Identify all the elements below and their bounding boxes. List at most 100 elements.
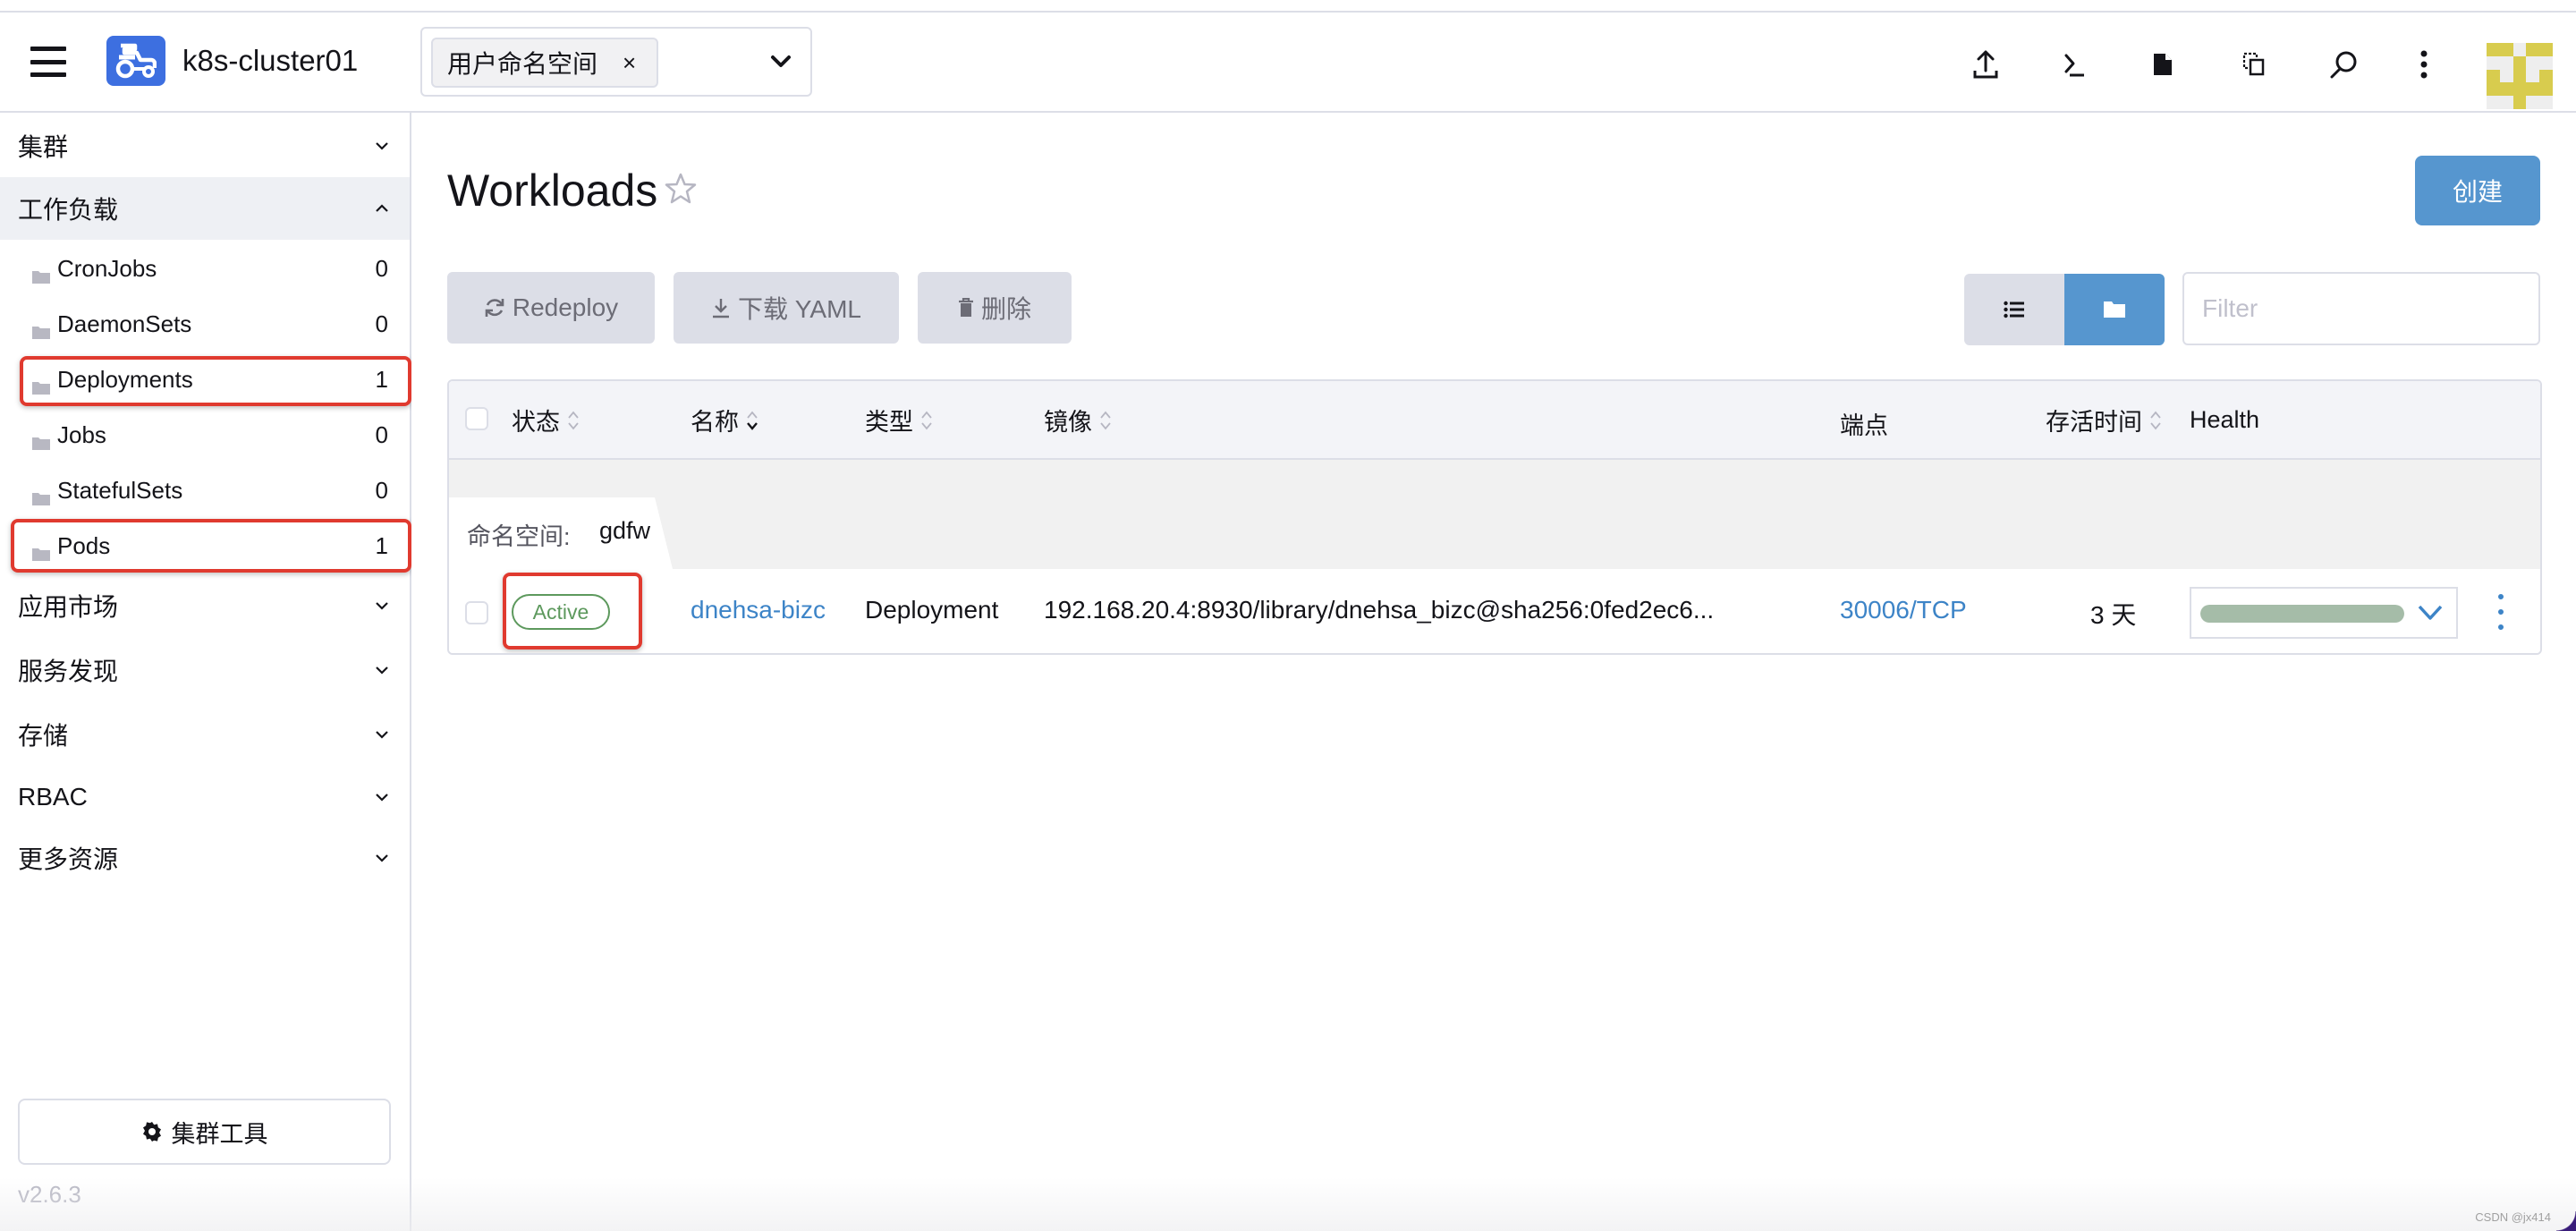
avatar-cell [2487,43,2500,56]
chevron-down-icon [376,794,388,802]
sidebar-item-daemonsets[interactable]: DaemonSets 0 [0,298,410,350]
hamburger-line [30,47,66,51]
sidebar-group-workloads[interactable]: 工作负载 [0,177,410,240]
gear-icon [142,1122,161,1142]
row-actions-menu-button[interactable] [2490,594,2512,630]
namespace-chip-label: 用户命名空间 [447,50,598,78]
avatar-cell [2526,55,2540,70]
sidebar-item-count: 0 [375,254,388,282]
sidebar-group-more-resources[interactable]: 更多资源 [0,827,410,889]
cluster-tools-button[interactable]: 集群工具 [18,1099,391,1165]
menu-toggle-button[interactable] [30,47,66,77]
sidebar-item-statefulsets[interactable]: StatefulSets 0 [0,464,410,516]
sidebar-item-label: CronJobs [57,254,157,282]
expand-health-chevron-icon[interactable] [2417,601,2444,624]
sort-icon [2150,411,2161,429]
chevron-down-icon [376,854,388,862]
avatar-cell [2539,69,2553,83]
workload-type: Deployment [865,596,999,624]
sidebar-group-service-discovery[interactable]: 服务发现 [0,639,410,701]
chevron-down-icon[interactable] [767,48,794,75]
workload-name-link[interactable]: dnehsa-bizc [691,596,826,624]
health-bar-fill [2200,605,2404,623]
sidebar-item-count: 0 [375,310,388,337]
page-title: Workloads [447,166,658,216]
avatar-cell [2512,55,2527,70]
import-yaml-button[interactable] [1968,47,2004,82]
hamburger-line [30,72,66,77]
folder-icon [32,484,50,505]
sort-icon [921,411,932,429]
avatar-cell [2526,82,2540,97]
avatar-cell [2499,69,2513,83]
sidebar-item-cronjobs[interactable]: CronJobs 0 [0,242,410,294]
namespace-selector[interactable]: 用户命名空间 × [420,27,812,97]
chevron-down-icon [376,666,388,675]
sidebar: 集群 工作负载 CronJobs 0 DaemonSets 0 Deployme… [0,113,411,1231]
folder-icon [2104,301,2125,318]
cluster-name: k8s-cluster01 [182,44,359,77]
column-header-age[interactable]: 存活时间 [2046,403,2162,437]
avatar-cell [2539,82,2553,97]
group-by-namespace-button[interactable] [2064,274,2165,345]
sidebar-group-rbac[interactable]: RBAC [0,766,410,828]
column-label: 状态 [512,409,560,436]
sidebar-item-count: 0 [375,476,388,504]
download-yaml-button[interactable]: 下载 YAML [674,272,899,344]
column-header-type[interactable]: 类型 [865,403,933,437]
column-label: 存活时间 [2046,409,2142,436]
cluster-tools-label: 集群工具 [171,1120,268,1148]
select-all-checkbox[interactable] [465,407,488,430]
sort-down-active-icon [747,411,758,430]
sidebar-item-label: Deployments [57,365,193,393]
endpoint-link[interactable]: 30006/TCP [1840,596,1967,624]
dot [2498,594,2504,599]
file-icon [2154,54,2172,75]
column-header-state[interactable]: 状态 [512,403,580,437]
sidebar-group-apps[interactable]: 应用市场 [0,574,410,637]
sidebar-item-label: Jobs [57,420,106,448]
upload-icon [1973,50,1998,79]
sidebar-item-pods[interactable]: Pods 1 [0,520,410,572]
delete-button[interactable]: 删除 [918,272,1072,344]
kubectl-shell-button[interactable] [2057,47,2093,82]
redeploy-button[interactable]: Redeploy [447,272,655,344]
avatar-cell [2499,96,2513,109]
namespace-chip: 用户命名空间 × [431,38,658,88]
download-yaml-label: 下载 YAML [738,295,861,323]
flat-list-view-button[interactable] [1964,274,2064,345]
remove-chip-icon[interactable]: × [623,49,636,77]
download-kubeconfig-button[interactable] [2145,47,2181,82]
user-avatar[interactable] [2487,43,2553,109]
copy-kubeconfig-button[interactable] [2236,47,2272,82]
sidebar-group-label: 服务发现 [18,658,119,685]
sidebar-item-deployments[interactable]: Deployments 1 [0,353,410,405]
sidebar-group-storage[interactable]: 存储 [0,703,410,766]
column-header-name[interactable]: 名称 [691,403,758,437]
column-label: Health [2190,406,2260,433]
sidebar-group-cluster[interactable]: 集群 [0,115,410,177]
sidebar-item-label: DaemonSets [57,310,192,337]
sidebar-item-count: 1 [375,365,388,393]
chevron-down-icon [376,602,388,610]
resource-search-button[interactable] [2326,47,2361,82]
folder-icon [32,262,50,284]
filter-input[interactable] [2182,272,2540,345]
column-header-image[interactable]: 镜像 [1044,403,1112,437]
create-button[interactable]: 创建 [2415,156,2540,225]
chevron-up-icon [376,204,388,212]
favorite-star-icon[interactable] [664,172,698,206]
hamburger-line [30,59,66,64]
folder-icon [32,373,50,395]
refresh-icon [485,299,504,317]
avatar-cell [2526,96,2540,109]
table-header: 状态 名称 类型 镜像 端点 存活时间 Health [449,381,2540,460]
avatar-cell [2512,96,2527,109]
cluster-logo-icon[interactable] [106,36,165,86]
more-actions-button[interactable] [2406,47,2442,82]
sidebar-item-jobs[interactable]: Jobs 0 [0,409,410,461]
avatar-cell [2539,43,2553,56]
workloads-table: 状态 名称 类型 镜像 端点 存活时间 Health 命名空间: gdfw Ac… [447,379,2542,655]
row-checkbox[interactable] [465,601,488,624]
column-label: 名称 [691,409,739,436]
